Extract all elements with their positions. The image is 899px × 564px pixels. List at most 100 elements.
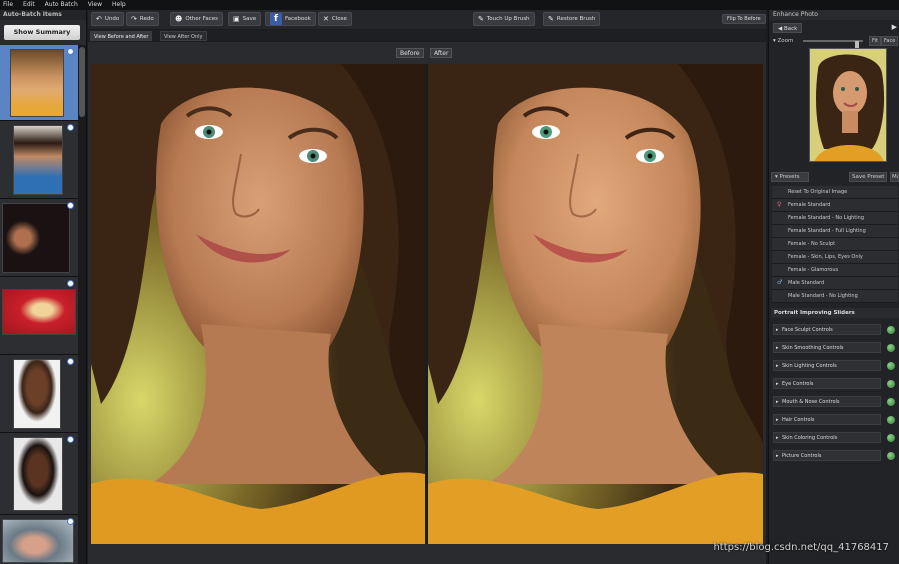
menu-edit[interactable]: Edit bbox=[23, 0, 35, 10]
before-label: Before bbox=[396, 48, 424, 58]
skin-coloring-controls-button[interactable]: Skin Coloring Controls bbox=[773, 432, 881, 443]
thumbnail-image bbox=[13, 359, 61, 429]
thumbnail-item[interactable] bbox=[0, 199, 78, 277]
thumbnail-image bbox=[13, 125, 63, 195]
thumbnail-image bbox=[10, 49, 64, 117]
enabled-indicator-icon[interactable] bbox=[887, 398, 895, 406]
redo-button[interactable]: ↷ Redo bbox=[126, 12, 159, 26]
restore-brush-button[interactable]: ✎ Restore Brush bbox=[543, 12, 601, 26]
restore-label: Restore Brush bbox=[556, 16, 596, 22]
hair-controls-button[interactable]: Hair Controls bbox=[773, 414, 881, 425]
enabled-indicator-icon[interactable] bbox=[887, 326, 895, 334]
selection-indicator[interactable] bbox=[67, 280, 74, 287]
preset-item[interactable]: Male Standard - No Lighting bbox=[772, 290, 898, 303]
mouth-nose-controls-button[interactable]: Mouth & Nose Controls bbox=[773, 396, 881, 407]
enhance-photo-title: Enhance Photo bbox=[769, 10, 899, 20]
thumbnail-image bbox=[13, 437, 63, 511]
menu-file[interactable]: File bbox=[3, 0, 13, 10]
thumbnail-item[interactable] bbox=[0, 121, 78, 199]
portrait-sliders-title: Portrait Improving Sliders bbox=[771, 308, 899, 318]
picture-controls-button[interactable]: Picture Controls bbox=[773, 450, 881, 461]
face-button[interactable]: Face bbox=[881, 36, 899, 46]
enabled-indicator-icon[interactable] bbox=[887, 416, 895, 424]
tab-after-only[interactable]: View After Only bbox=[160, 31, 207, 41]
selection-indicator[interactable] bbox=[67, 518, 74, 525]
thumbnail-item[interactable] bbox=[0, 355, 78, 433]
touch-up-brush-button[interactable]: ✎ Touch Up Brush bbox=[473, 12, 535, 26]
save-preset-button[interactable]: Save Preset bbox=[849, 172, 888, 182]
before-photo[interactable] bbox=[91, 64, 425, 544]
selection-indicator[interactable] bbox=[67, 124, 74, 131]
menu-view[interactable]: View bbox=[88, 0, 102, 10]
menu-auto-batch[interactable]: Auto Batch bbox=[45, 0, 78, 10]
after-photo[interactable] bbox=[428, 64, 763, 544]
brush-icon: ✎ bbox=[478, 15, 484, 23]
selection-indicator[interactable] bbox=[67, 436, 74, 443]
menu-help[interactable]: Help bbox=[112, 0, 126, 10]
app-window: File Edit Auto Batch View Help Auto-Batc… bbox=[0, 0, 899, 564]
skin-smoothing-controls-button[interactable]: Skin Smoothing Controls bbox=[773, 342, 881, 353]
navigator-preview[interactable] bbox=[809, 48, 887, 162]
enabled-indicator-icon[interactable] bbox=[887, 452, 895, 460]
selection-indicator[interactable] bbox=[67, 48, 74, 55]
scrollbar-thumb[interactable] bbox=[79, 47, 85, 117]
thumbnail-item[interactable] bbox=[0, 277, 78, 355]
selection-indicator[interactable] bbox=[67, 202, 74, 209]
flip-to-before-button[interactable]: Flip To Before bbox=[722, 14, 766, 24]
back-button[interactable]: ◀ Back bbox=[773, 23, 803, 33]
thumbnail-image bbox=[2, 289, 76, 335]
arrow-right-icon[interactable]: ▶ bbox=[892, 23, 897, 31]
undo-icon: ↶ bbox=[96, 15, 102, 23]
slider-group-list: Face Sculpt Controls Skin Smoothing Cont… bbox=[773, 322, 899, 466]
preset-item[interactable]: ♂ Male Standard bbox=[772, 277, 898, 290]
auto-batch-title: Auto-Batch Items bbox=[0, 10, 86, 20]
more-presets-button[interactable]: Ma bbox=[890, 172, 899, 182]
skin-lighting-controls-button[interactable]: Skin Lighting Controls bbox=[773, 360, 881, 371]
thumbnail-item[interactable] bbox=[0, 45, 78, 121]
preset-list: Reset To Original Image ♀ Female Standard… bbox=[772, 186, 898, 303]
facebook-label: Facebook bbox=[285, 16, 311, 22]
thumbnail-item[interactable] bbox=[0, 515, 78, 564]
preset-item[interactable]: Female - Glamorous bbox=[772, 264, 898, 277]
redo-icon: ↷ bbox=[131, 15, 137, 23]
watermark-text: https://blog.csdn.net/qq_41768417 bbox=[713, 542, 889, 553]
enabled-indicator-icon[interactable] bbox=[887, 434, 895, 442]
brush-icon: ✎ bbox=[548, 15, 554, 23]
save-button[interactable]: ▣ Save bbox=[228, 12, 262, 26]
facebook-button[interactable]: f Facebook bbox=[265, 12, 316, 26]
preset-item[interactable]: Reset To Original Image bbox=[772, 186, 898, 199]
zoom-slider[interactable] bbox=[803, 40, 863, 49]
preset-label: Reset To Original Image bbox=[788, 189, 848, 195]
before-portrait-image bbox=[91, 64, 425, 544]
photo-viewer: Before After bbox=[88, 42, 766, 564]
other-faces-button[interactable]: ☻ Other Faces bbox=[170, 12, 223, 26]
enabled-indicator-icon[interactable] bbox=[887, 362, 895, 370]
preset-item[interactable]: ♀ Female Standard bbox=[772, 199, 898, 212]
female-icon: ♀ bbox=[777, 201, 782, 208]
enabled-indicator-icon[interactable] bbox=[887, 380, 895, 388]
close-label: Close bbox=[331, 16, 347, 22]
preset-label: Female - Glamorous bbox=[788, 267, 839, 273]
show-summary-button[interactable]: Show Summary bbox=[4, 25, 80, 40]
male-icon: ♂ bbox=[777, 279, 783, 286]
slider-group-mouth-nose: Mouth & Nose Controls bbox=[773, 394, 899, 412]
eye-controls-button[interactable]: Eye Controls bbox=[773, 378, 881, 389]
fit-button[interactable]: Fit bbox=[869, 36, 881, 46]
save-label: Save bbox=[242, 16, 257, 22]
selection-indicator[interactable] bbox=[67, 358, 74, 365]
face-sculpt-controls-button[interactable]: Face Sculpt Controls bbox=[773, 324, 881, 335]
preset-item[interactable]: Female Standard - No Lighting bbox=[772, 212, 898, 225]
preset-item[interactable]: Female - No Sculpt bbox=[772, 238, 898, 251]
enabled-indicator-icon[interactable] bbox=[887, 344, 895, 352]
after-portrait-image bbox=[428, 64, 763, 544]
thumbnail-item[interactable] bbox=[0, 433, 78, 515]
undo-button[interactable]: ↶ Undo bbox=[91, 12, 125, 26]
after-label: After bbox=[430, 48, 453, 58]
preset-item[interactable]: Female - Skin, Lips, Eyes Only bbox=[772, 251, 898, 264]
thumbnail-scrollbar[interactable] bbox=[78, 45, 86, 564]
close-button[interactable]: ✕ Close bbox=[318, 12, 352, 26]
presets-toggle[interactable]: ▾ Presets bbox=[771, 172, 809, 182]
toolbar: ↶ Undo ↷ Redo ☻ Other Faces ▣ Save f Facebook… bbox=[88, 10, 766, 29]
tab-before-and-after[interactable]: View Before and After bbox=[90, 31, 153, 41]
preset-item[interactable]: Female Standard - Full Lighting bbox=[772, 225, 898, 238]
